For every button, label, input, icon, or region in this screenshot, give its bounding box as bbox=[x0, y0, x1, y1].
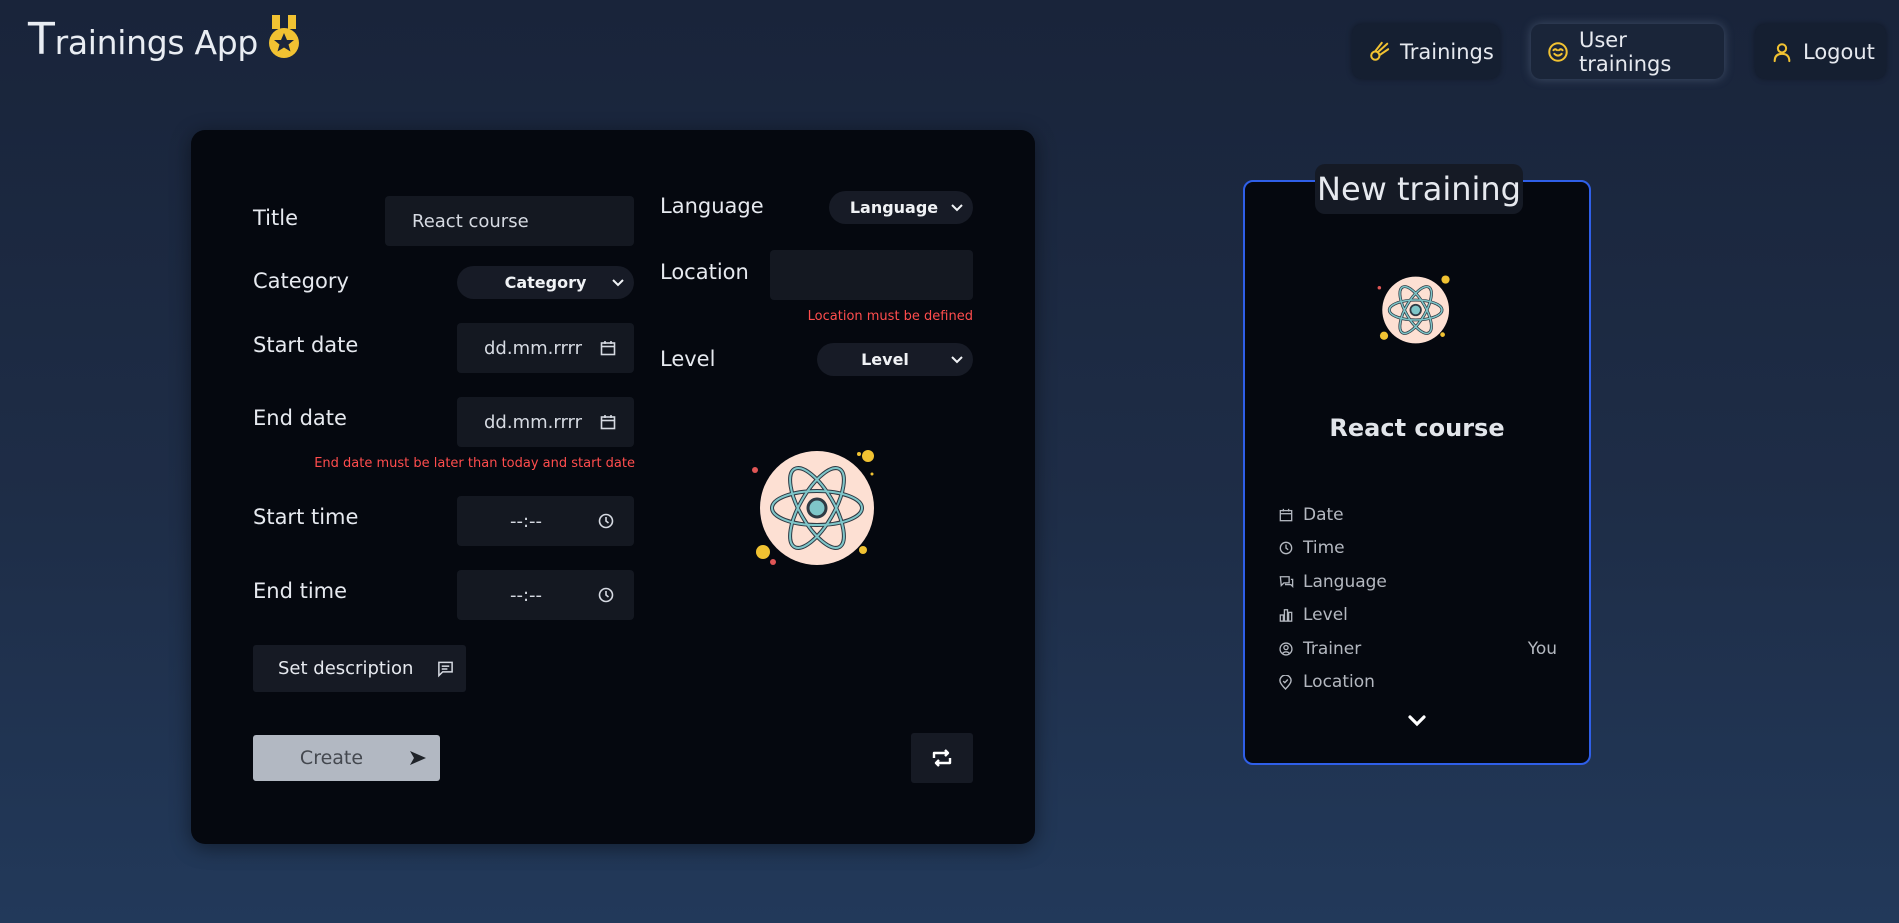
location-error: Location must be defined bbox=[807, 309, 973, 324]
start-date-value: dd.mm.rrrr bbox=[484, 337, 583, 359]
start-time-label: Start time bbox=[253, 505, 359, 529]
end-date-label: End date bbox=[253, 406, 347, 430]
nav-trainings-button[interactable]: Trainings bbox=[1352, 24, 1500, 79]
preview-row-label: Date bbox=[1303, 505, 1344, 525]
send-arrow-icon bbox=[409, 750, 427, 766]
preview-row-label: Location bbox=[1303, 672, 1375, 692]
repeat-icon bbox=[931, 749, 953, 767]
comet-icon bbox=[1368, 41, 1390, 63]
user-icon bbox=[1771, 41, 1793, 63]
preview-row-level: Level bbox=[1279, 601, 1557, 629]
language-label: Language bbox=[660, 194, 764, 218]
preview-row-date: Date bbox=[1279, 501, 1557, 529]
end-time-value: --:-- bbox=[510, 584, 543, 606]
clock-icon[interactable] bbox=[598, 587, 614, 603]
preview-row-value: You bbox=[1527, 639, 1557, 659]
map-pin-icon bbox=[1279, 674, 1295, 690]
reset-swap-button[interactable] bbox=[911, 733, 973, 783]
preview-row-label: Trainer bbox=[1303, 639, 1362, 659]
end-time-input[interactable]: --:-- bbox=[457, 570, 634, 620]
calendar-icon[interactable] bbox=[600, 340, 616, 356]
chat-icon bbox=[1279, 575, 1295, 589]
app-title: Trainings App bbox=[28, 14, 259, 65]
set-description-label: Set description bbox=[278, 658, 414, 679]
end-date-value: dd.mm.rrrr bbox=[484, 411, 583, 433]
user-circle-icon bbox=[1279, 642, 1295, 656]
expand-chevron-icon[interactable] bbox=[1407, 714, 1427, 728]
location-label: Location bbox=[660, 260, 749, 284]
end-time-label: End time bbox=[253, 579, 348, 603]
chevron-down-icon bbox=[612, 278, 624, 287]
preview-heading: New training bbox=[1315, 164, 1523, 214]
preview-react-atom-icon bbox=[1377, 274, 1459, 350]
nav-logout-button[interactable]: Logout bbox=[1755, 24, 1886, 79]
bar-chart-icon bbox=[1279, 608, 1295, 622]
end-date-error: End date must be later than today and st… bbox=[314, 456, 635, 471]
react-atom-icon bbox=[751, 448, 891, 572]
title-input-value: React course bbox=[412, 210, 529, 232]
nav-logout-label: Logout bbox=[1803, 39, 1875, 64]
title-label: Title bbox=[253, 206, 299, 230]
nav-user-trainings-button[interactable]: User trainings bbox=[1531, 24, 1724, 79]
language-select[interactable]: Language bbox=[829, 191, 973, 224]
face-icon bbox=[1547, 41, 1569, 63]
calendar-icon[interactable] bbox=[600, 414, 616, 430]
calendar-icon bbox=[1279, 508, 1295, 522]
title-input[interactable]: React course bbox=[385, 196, 634, 246]
category-select-value: Category bbox=[504, 273, 587, 292]
category-select[interactable]: Category bbox=[457, 266, 634, 299]
preview-row-trainer: Trainer You bbox=[1279, 635, 1557, 663]
preview-row-label: Level bbox=[1303, 605, 1348, 625]
level-select[interactable]: Level bbox=[817, 343, 973, 376]
clock-icon bbox=[1279, 541, 1295, 555]
preview-training-name: React course bbox=[1329, 414, 1505, 442]
preview-row-language: Language bbox=[1279, 568, 1557, 596]
level-select-value: Level bbox=[861, 350, 909, 369]
app-logo[interactable]: Trainings App bbox=[28, 14, 300, 65]
start-time-value: --:-- bbox=[510, 510, 543, 532]
training-preview-card: New training React course Date Time Lang… bbox=[1243, 164, 1591, 765]
chevron-down-icon bbox=[951, 203, 963, 212]
location-input[interactable] bbox=[770, 250, 973, 300]
create-button[interactable]: Create bbox=[253, 735, 440, 781]
preview-row-time: Time bbox=[1279, 534, 1557, 562]
preview-row-location: Location bbox=[1279, 668, 1557, 696]
end-date-input[interactable]: dd.mm.rrrr bbox=[457, 397, 634, 447]
clock-icon[interactable] bbox=[598, 513, 614, 529]
comment-icon bbox=[437, 660, 454, 677]
create-label: Create bbox=[299, 747, 364, 769]
language-select-value: Language bbox=[849, 198, 939, 217]
level-label: Level bbox=[660, 347, 716, 371]
chevron-down-icon bbox=[951, 355, 963, 364]
start-date-label: Start date bbox=[253, 333, 359, 357]
preview-row-label: Language bbox=[1303, 572, 1387, 592]
category-label: Category bbox=[253, 269, 349, 293]
medal-icon bbox=[268, 14, 300, 65]
nav-trainings-label: Trainings bbox=[1400, 39, 1494, 64]
nav-user-trainings-label: User trainings bbox=[1579, 27, 1672, 76]
training-form: Title React course Category Category Sta… bbox=[191, 130, 1035, 844]
start-time-input[interactable]: --:-- bbox=[457, 496, 634, 546]
start-date-input[interactable]: dd.mm.rrrr bbox=[457, 323, 634, 373]
set-description-button[interactable]: Set description bbox=[253, 645, 466, 692]
preview-row-label: Time bbox=[1303, 538, 1345, 558]
